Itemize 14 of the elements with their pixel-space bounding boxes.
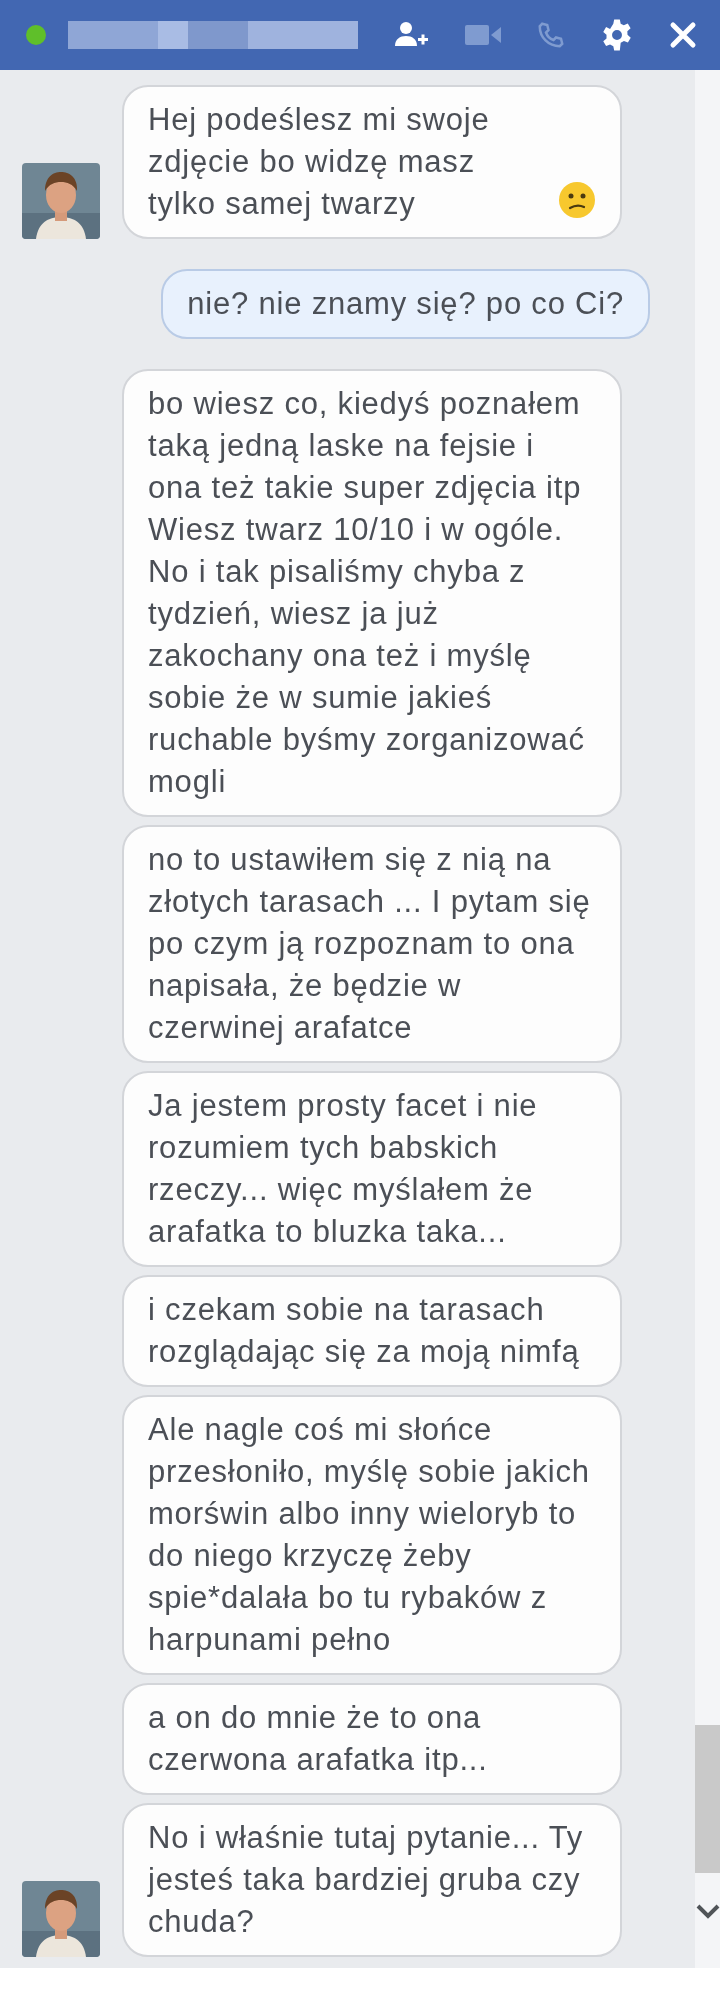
message-text: a on do mnie że to ona czerwona arafatka itp...	[148, 1699, 489, 1779]
scrollbar-thumb[interactable]	[695, 1725, 720, 1873]
confused-face-icon	[558, 180, 596, 219]
message-text: Hej podeślesz mi swoje zdjęcie bo widzę masz tylko samej twarzy	[148, 101, 491, 223]
message-text: Ja jestem prosty facet i nie rozumiem tych babskich rzeczy... więc myślałem że arafatka to bluzka taka...	[148, 1087, 539, 1251]
message-text: nie? nie znamy się? po co Ci?	[187, 285, 624, 323]
message-text: bo wiesz co, kiedyś poznałem taką jedną laske na fejsie i ona też takie super zdjęcia itp Wiesz twarz 10/10 i w ogóle. No i tak pisaliśmy chyba z tydzień, wiesz ja już zakochany ona też i myślę sobie że w sumie jakieś ruchable byśmy zorganizować mogli	[148, 385, 586, 801]
message-text: Ale nagle coś mi słońce przesłoniło, myślę sobie jakich morświn albo inny wieloryb to do niego krzyczę żeby spie*dalała bo tu rybaków z harpunami pełno	[148, 1411, 591, 1659]
chevron-down-icon[interactable]	[695, 1903, 720, 1919]
close-icon[interactable]	[668, 20, 698, 50]
message-text: No i właśnie tutaj pytanie... Ty jesteś taka bardziej gruba czy chuda?	[148, 1819, 585, 1941]
settings-icon[interactable]	[600, 18, 634, 52]
message-text: i czekam sobie na tarasach rozglądając się za moją nimfą	[148, 1291, 581, 1371]
message-text: no to ustawiłem się z nią na złotych tarasach ... I pytam się po czym ją rozpoznam to ona napisała, że będzie w czerwinej arafatce	[148, 841, 592, 1047]
